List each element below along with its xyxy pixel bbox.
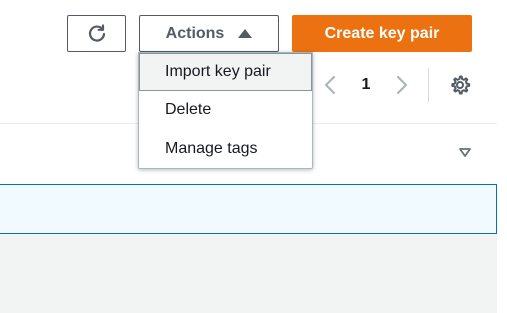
- actions-dropdown-menu: Import key pair Delete Manage tags: [138, 52, 313, 169]
- previous-page-button[interactable]: [318, 72, 342, 98]
- actions-button[interactable]: Actions: [139, 15, 279, 52]
- menu-item-manage-tags[interactable]: Manage tags: [139, 130, 312, 168]
- preferences-button[interactable]: [446, 71, 474, 99]
- chevron-left-icon: [324, 75, 336, 95]
- selected-table-row[interactable]: [0, 184, 497, 234]
- current-page-number[interactable]: 1: [356, 72, 376, 98]
- chevron-right-icon: [396, 75, 408, 95]
- refresh-icon: [88, 23, 105, 42]
- right-gutter: [497, 0, 507, 313]
- next-page-button[interactable]: [390, 72, 414, 98]
- create-key-pair-button[interactable]: Create key pair: [292, 15, 472, 52]
- caret-up-icon: [238, 28, 253, 38]
- column-sort-button[interactable]: [457, 146, 473, 160]
- menu-item-delete[interactable]: Delete: [139, 91, 312, 129]
- pagination-divider: [428, 68, 429, 102]
- refresh-button[interactable]: [67, 15, 126, 52]
- gear-icon: [451, 75, 471, 95]
- menu-item-import-key-pair[interactable]: Import key pair: [139, 53, 312, 91]
- sort-descending-icon: [459, 148, 471, 157]
- actions-button-label: Actions: [165, 24, 225, 42]
- page-background: [0, 234, 497, 313]
